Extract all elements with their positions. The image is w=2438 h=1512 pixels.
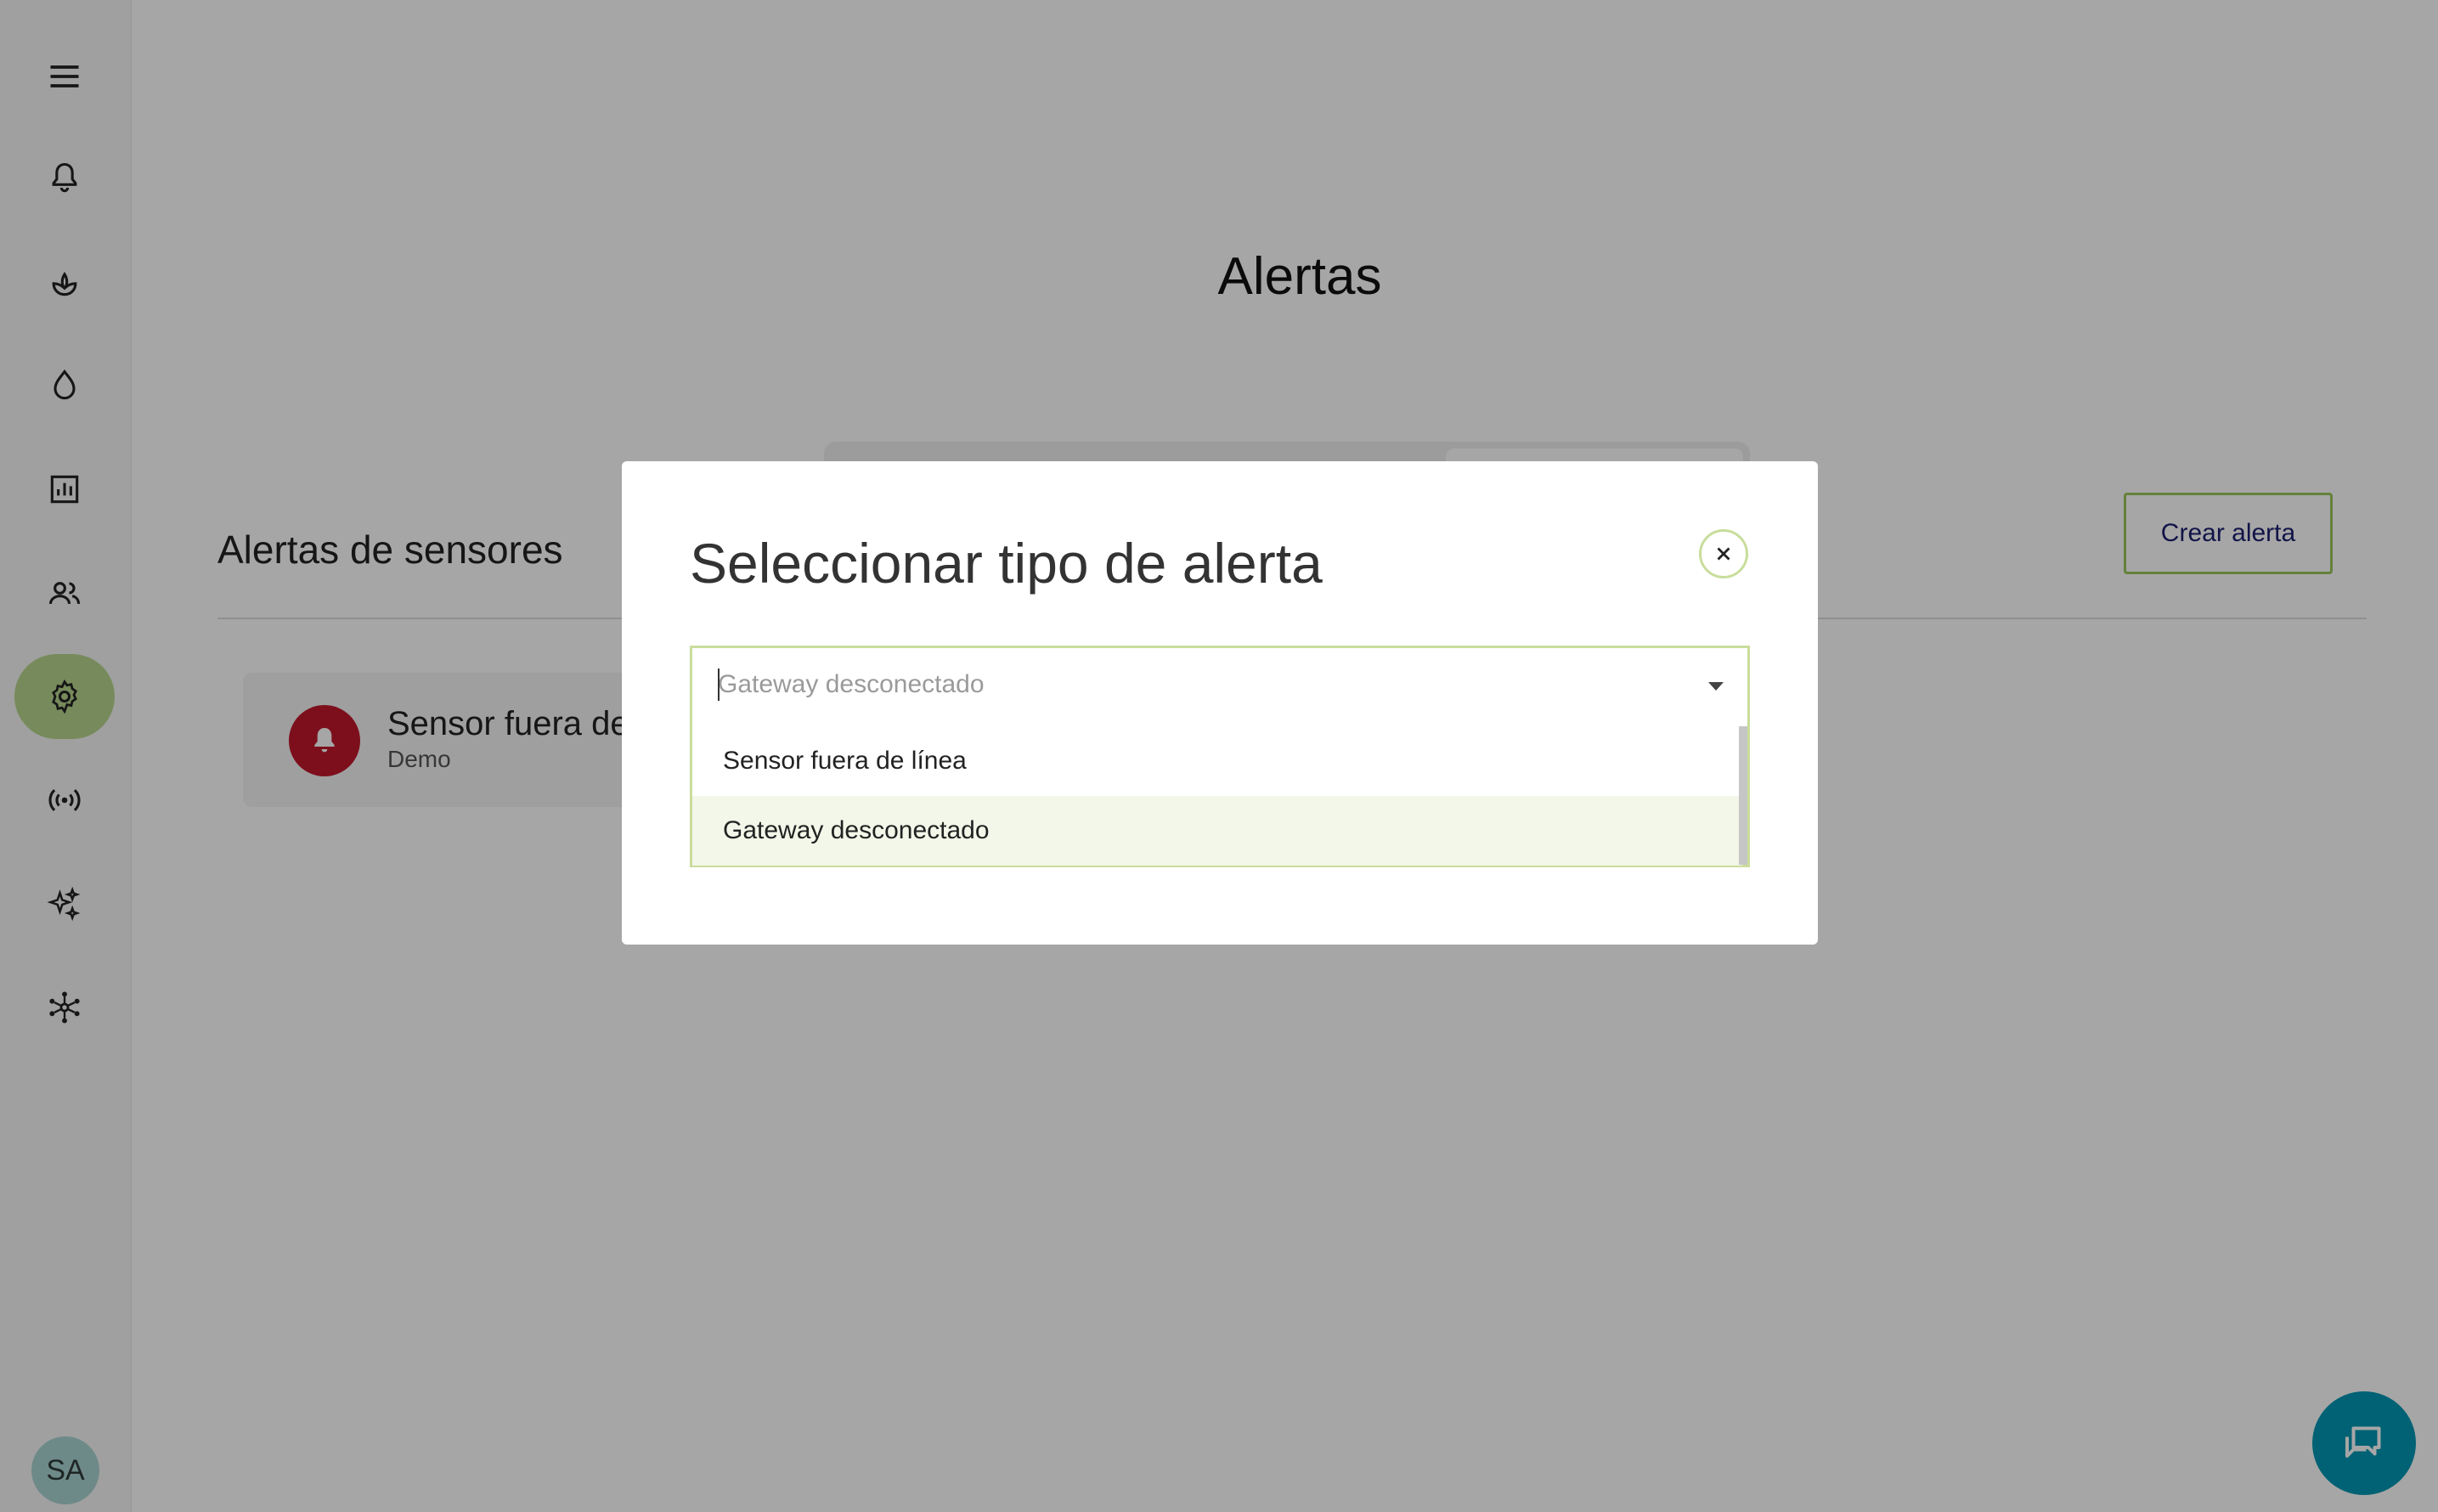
text-caret (718, 669, 720, 701)
alert-type-input[interactable]: Gateway desconectado (718, 670, 985, 699)
close-icon (1717, 547, 1730, 561)
alert-type-dropdown: Sensor fuera de línea Gateway desconecta… (690, 726, 1750, 867)
option-sensor-offline[interactable]: Sensor fuera de línea (692, 726, 1742, 796)
alert-type-select[interactable]: Gateway desconectado (690, 646, 1750, 727)
dropdown-arrow-icon[interactable] (1708, 682, 1724, 691)
close-button[interactable] (1699, 529, 1748, 578)
dropdown-scrollbar[interactable] (1739, 726, 1747, 865)
option-gateway-disconnected[interactable]: Gateway desconectado (692, 796, 1742, 866)
modal-title: Seleccionar tipo de alerta (690, 532, 1323, 595)
scrollbar-thumb[interactable] (1739, 726, 1747, 865)
